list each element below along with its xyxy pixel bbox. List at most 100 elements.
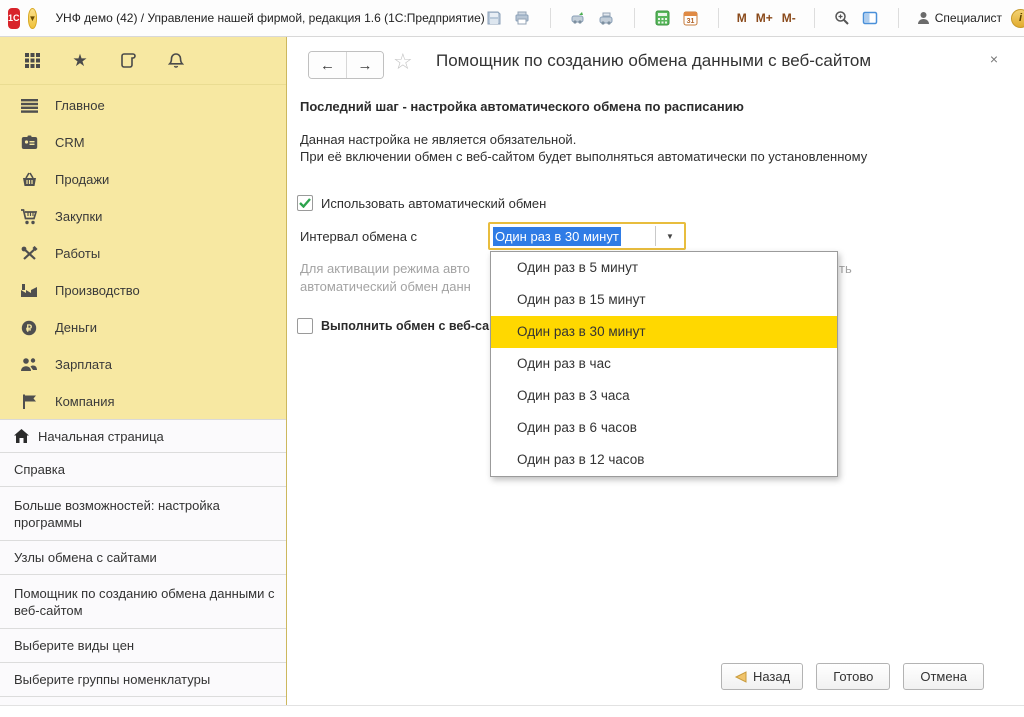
notifications-bell-icon[interactable]	[166, 51, 186, 71]
nav-item-label: Выберите виды цен	[14, 637, 134, 654]
done-button-label: Готово	[833, 669, 873, 684]
print-icon[interactable]	[513, 9, 532, 28]
sidebar-item-label: Работы	[55, 246, 100, 261]
sidebar-item-label: Главное	[55, 98, 105, 113]
step-heading: Последний шаг - настройка автоматическог…	[300, 99, 744, 114]
sidebar-item-uzly-obmena[interactable]: Узлы обмена с сайтами	[0, 541, 286, 575]
memory-subtract-button[interactable]: M-	[782, 11, 796, 25]
back-button-label: Назад	[753, 669, 790, 684]
sidebar-item-kompaniya[interactable]: Компания	[0, 383, 286, 420]
dropdown-option[interactable]: Один раз в 3 часа	[491, 380, 837, 412]
svg-text:31: 31	[686, 18, 694, 25]
zoom-icon[interactable]	[833, 9, 852, 28]
dropdown-option-selected[interactable]: Один раз в 30 минут	[491, 316, 837, 348]
footer-buttons: Назад Готово Отмена	[721, 663, 984, 690]
app-window: 1С ▼ УНФ демо (42) / Управление нашей фи…	[0, 0, 1024, 706]
close-icon[interactable]: ×	[990, 51, 998, 67]
check-icon	[299, 198, 311, 208]
nav-item-label: Помощник по созданию обмена данными с ве…	[14, 585, 276, 619]
calculator-icon[interactable]	[653, 9, 672, 28]
sidebar-item-label: Производство	[55, 283, 140, 298]
save-icon[interactable]	[485, 9, 504, 28]
cancel-button[interactable]: Отмена	[903, 663, 984, 690]
auto-exchange-checkbox-label: Использовать автоматический обмен	[321, 196, 546, 211]
memory-add-button[interactable]: M+	[756, 11, 773, 25]
sidebar-item-spravka[interactable]: Справка	[0, 453, 286, 487]
page-title: Помощник по созданию обмена данными с ве…	[436, 51, 871, 71]
sidebar-item-pomoshchnik-obmena[interactable]: Помощник по созданию обмена данными с ве…	[0, 575, 286, 629]
sidebar-item-raboty[interactable]: Работы	[0, 235, 286, 272]
titlebar-separator	[814, 8, 815, 28]
sidebar-item-label: Деньги	[55, 320, 97, 335]
sidebar-item-dengi[interactable]: ₽ Деньги	[0, 309, 286, 346]
dropdown-option[interactable]: Один раз в 15 минут	[491, 284, 837, 316]
sidebar-item-bolshe-vozmozhnostey[interactable]: Больше возможностей: настройка программы	[0, 487, 286, 541]
nav-item-label: Больше возможностей: настройка программы	[14, 497, 276, 531]
auto-exchange-checkbox-row: Использовать автоматический обмен	[297, 195, 546, 211]
disabled-hint-line1-right: ть	[839, 261, 852, 276]
forward-nav-button[interactable]: →	[346, 52, 383, 78]
sidebar-item-vidy-tsen[interactable]: Выберите виды цен	[0, 629, 286, 663]
svg-text:₽: ₽	[26, 323, 33, 334]
interval-selected-value: Один раз в 30 минут	[493, 227, 621, 246]
sidebar-item-label: Компания	[55, 394, 115, 409]
sidebar-item-glavnoe[interactable]: Главное	[0, 87, 286, 124]
sidebar-nav: Начальная страница Справка Больше возмож…	[0, 419, 286, 706]
main-content: ← → ☆ Помощник по созданию обмена данным…	[288, 37, 1024, 705]
main-menu-button[interactable]: ▼	[28, 8, 38, 29]
nav-item-label: Справка	[14, 461, 65, 478]
favorite-star-icon[interactable]: ☆	[393, 49, 413, 75]
run-exchange-checkbox-row: Выполнить обмен с веб-сайто	[297, 318, 510, 334]
combobox-dropdown-button[interactable]: ▼	[656, 224, 684, 248]
run-exchange-checkbox[interactable]	[297, 318, 313, 334]
back-button[interactable]: Назад	[721, 663, 803, 690]
dropdown-option[interactable]: Один раз в 5 минут	[491, 252, 837, 284]
dropdown-option[interactable]: Один раз в 12 часов	[491, 444, 837, 476]
description-line-1: Данная настройка не является обязательно…	[300, 132, 576, 147]
description-line-2: При её включении обмен с веб-сайтом буде…	[300, 149, 867, 164]
back-nav-button[interactable]: ←	[309, 52, 346, 78]
split-view-icon[interactable]	[861, 9, 880, 28]
sidebar-item-zarplata[interactable]: Зарплата	[0, 346, 286, 383]
user-icon	[917, 11, 930, 25]
sidebar-item-label: Продажи	[55, 172, 109, 187]
sidebar-item-label: Зарплата	[55, 357, 112, 372]
history-icon[interactable]	[118, 51, 138, 71]
sidebar-toolbar: ★	[0, 37, 286, 85]
dropdown-option[interactable]: Один раз в час	[491, 348, 837, 380]
print-preview-icon[interactable]	[569, 9, 588, 28]
calendar-icon[interactable]: 31	[681, 9, 700, 28]
titlebar-separator	[718, 8, 719, 28]
interval-combobox[interactable]: Один раз в 30 минут ▼	[488, 222, 686, 250]
disabled-hint-line1-left: Для активации режима авто	[300, 261, 470, 276]
info-icon[interactable]: i	[1011, 9, 1024, 28]
sidebar-item-label: CRM	[55, 135, 85, 150]
titlebar-toolbar: 31 M M+ M- Специалист i ▼	[485, 8, 1024, 28]
sidebar-item-prodazhi[interactable]: Продажи	[0, 161, 286, 198]
disabled-hint-line2: автоматический обмен данн	[300, 279, 471, 294]
titlebar-separator	[550, 8, 551, 28]
salary-people-icon	[20, 356, 38, 374]
file-copy-icon[interactable]	[597, 9, 616, 28]
run-exchange-checkbox-label: Выполнить обмен с веб-сайто	[321, 319, 510, 333]
sidebar: ★ Главное CRM Продажи Заку	[0, 37, 287, 705]
auto-exchange-checkbox[interactable]	[297, 195, 313, 211]
company-flag-icon	[20, 393, 38, 411]
sidebar-item-proizvodstvo[interactable]: Производство	[0, 272, 286, 309]
apps-grid-icon[interactable]	[22, 51, 42, 71]
sidebar-item-label: Закупки	[55, 209, 102, 224]
current-user[interactable]: Специалист	[917, 11, 1002, 25]
done-button[interactable]: Готово	[816, 663, 890, 690]
sidebar-item-gruppy-nomenklatury[interactable]: Выберите группы номенклатуры	[0, 663, 286, 697]
home-icon	[14, 429, 29, 443]
favorites-star-icon[interactable]: ★	[70, 51, 90, 71]
memory-recall-button[interactable]: M	[737, 11, 747, 25]
menu-lines-icon	[20, 97, 38, 115]
sidebar-item-crm[interactable]: CRM	[0, 124, 286, 161]
sidebar-item-home[interactable]: Начальная страница	[0, 420, 286, 453]
app-title: УНФ демо (42) / Управление нашей фирмой,…	[55, 11, 484, 25]
purchases-cart-icon	[20, 208, 38, 226]
crm-icon	[20, 134, 38, 152]
sidebar-item-zakupki[interactable]: Закупки	[0, 198, 286, 235]
dropdown-option[interactable]: Один раз в 6 часов	[491, 412, 837, 444]
